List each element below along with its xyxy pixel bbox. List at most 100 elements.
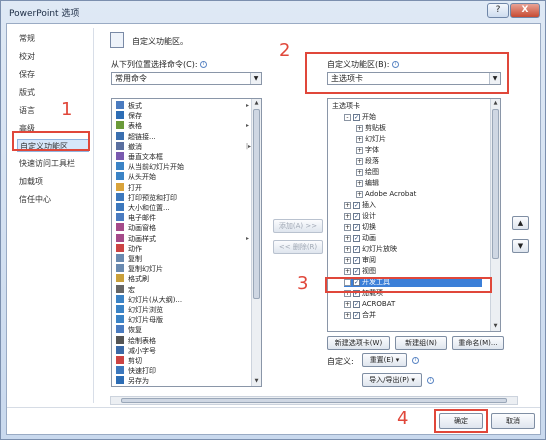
command-item[interactable]: 幻灯片母版 xyxy=(116,315,163,325)
expand-icon[interactable]: + xyxy=(344,234,351,242)
ribbon-tree-node[interactable]: + ✓ 合并 xyxy=(344,310,376,320)
commands-list[interactable]: 板式 ▸ 保存 表格 ▸ 超链接... 撤消 |▸ 垂直文本框 从当前幻灯片开始 从头开始 打开 打印预… xyxy=(111,98,262,387)
expand-icon[interactable]: + xyxy=(344,256,351,264)
tab-checkbox[interactable]: ✓ xyxy=(353,201,360,209)
ribbon-tree-node[interactable]: - ✓ 开始 xyxy=(344,112,376,122)
command-item[interactable]: 动画窗格 xyxy=(116,223,156,233)
expand-icon[interactable]: + xyxy=(356,179,363,187)
nav-item-general[interactable]: 常规 xyxy=(17,32,89,45)
nav-item-layout[interactable]: 版式 xyxy=(17,86,89,99)
tab-checkbox[interactable]: ✓ xyxy=(353,256,360,264)
ribbon-tree-node[interactable]: + ✓ 设计 xyxy=(344,211,376,221)
tab-checkbox[interactable]: ✓ xyxy=(353,300,360,308)
command-item[interactable]: 表格 ▸ xyxy=(116,121,249,131)
command-item[interactable]: 剪切 xyxy=(116,356,142,366)
expand-icon[interactable]: + xyxy=(344,201,351,209)
nav-item-addins[interactable]: 加载项 xyxy=(17,175,89,188)
tab-checkbox[interactable]: ✓ xyxy=(353,223,360,231)
scroll-up-icon[interactable]: ▲ xyxy=(252,99,261,108)
tab-checkbox[interactable]: ✓ xyxy=(353,212,360,220)
nav-item-language[interactable]: 语言 xyxy=(17,104,89,117)
ribbon-tree-node[interactable]: + 字体 xyxy=(356,145,379,155)
remove-button[interactable]: << 删除(R) xyxy=(273,240,323,254)
import-export-button[interactable]: 导入/导出(P) ▾ xyxy=(362,373,422,387)
command-item[interactable]: 保存 xyxy=(116,111,142,121)
expand-icon[interactable]: + xyxy=(344,223,351,231)
expand-icon[interactable]: + xyxy=(356,168,363,176)
command-item[interactable]: 幻灯片浏览 xyxy=(116,305,163,315)
command-item[interactable]: 宏 xyxy=(116,284,135,295)
ribbon-tree-node[interactable]: + 绘图 xyxy=(356,167,379,177)
nav-item-save[interactable]: 保存 xyxy=(17,68,89,81)
reset-button[interactable]: 重置(E) ▾ xyxy=(362,353,407,367)
tab-checkbox[interactable]: ✓ xyxy=(353,245,360,253)
close-button[interactable]: X xyxy=(510,3,540,18)
ribbon-tree-node[interactable]: + 剪贴板 xyxy=(356,123,386,133)
command-item[interactable]: 从当前幻灯片开始 xyxy=(116,162,184,172)
expand-icon[interactable]: + xyxy=(344,311,351,319)
ribbon-tree-node[interactable]: + ✓ 审阅 xyxy=(344,255,376,265)
expand-icon[interactable]: - xyxy=(344,113,351,121)
new-tab-button[interactable]: 新建选项卡(W) xyxy=(327,336,390,350)
new-group-button[interactable]: 新建组(N) xyxy=(395,336,447,350)
scroll-up-icon[interactable]: ▲ xyxy=(491,99,500,108)
move-up-button[interactable]: ▲ xyxy=(512,216,529,230)
command-item[interactable]: 大小和位置... xyxy=(116,203,170,213)
cancel-button[interactable]: 取消 xyxy=(491,413,535,429)
expand-icon[interactable]: + xyxy=(356,135,363,143)
command-item[interactable]: 超链接... xyxy=(116,131,156,142)
command-item[interactable]: 从头开始 xyxy=(116,172,156,182)
command-item[interactable]: 板式 ▸ xyxy=(116,101,249,111)
command-item[interactable]: 复制幻灯片 xyxy=(116,264,163,274)
command-item[interactable]: 幻灯片(从大纲)... xyxy=(116,294,182,305)
move-down-button[interactable]: ▼ xyxy=(512,239,529,253)
expand-icon[interactable]: + xyxy=(344,267,351,275)
command-item[interactable]: 另存为 xyxy=(116,376,149,386)
command-item[interactable]: 打印预览和打印 xyxy=(116,192,177,203)
expand-icon[interactable]: + xyxy=(344,300,351,308)
command-item[interactable]: 恢复 xyxy=(116,325,142,335)
expand-icon[interactable]: + xyxy=(356,124,363,132)
nav-item-proofing[interactable]: 校对 xyxy=(17,50,89,63)
nav-item-quick-access-toolbar[interactable]: 快速访问工具栏 xyxy=(17,157,89,170)
tab-checkbox[interactable]: ✓ xyxy=(353,267,360,275)
choose-commands-combo[interactable]: 常用命令 ▼ xyxy=(111,72,262,85)
ribbon-tree-node[interactable]: + 段落 xyxy=(356,156,379,166)
ribbon-tree-node[interactable]: 主选项卡 xyxy=(332,101,360,111)
ribbon-tree-node[interactable]: + 编辑 xyxy=(356,178,379,188)
ribbon-tree-node[interactable]: + ✓ 幻灯片放映 xyxy=(344,244,397,254)
command-item[interactable]: 绘制表格 xyxy=(116,335,156,346)
tab-checkbox[interactable]: ✓ xyxy=(353,311,360,319)
commands-scrollbar[interactable]: ▲ ▼ xyxy=(251,99,261,386)
expand-icon[interactable]: + xyxy=(344,245,351,253)
ribbon-tree-node[interactable]: + ✓ 动画 xyxy=(344,233,376,243)
command-item[interactable]: 动画样式 ▸ xyxy=(116,233,249,244)
expand-icon[interactable]: + xyxy=(356,146,363,154)
command-item[interactable]: 电子邮件 xyxy=(116,213,156,223)
command-item[interactable]: 垂直文本框 xyxy=(116,152,163,162)
nav-item-trust-center[interactable]: 信任中心 xyxy=(17,193,89,206)
ribbon-tree-node[interactable]: + ✓ 切换 xyxy=(344,222,376,232)
expand-icon[interactable]: + xyxy=(356,190,363,198)
ribbon-tree-node[interactable]: + 幻灯片 xyxy=(356,134,386,144)
commands-scroll-thumb[interactable] xyxy=(253,109,260,299)
scroll-down-icon[interactable]: ▼ xyxy=(491,322,500,331)
command-item[interactable]: 打开 xyxy=(116,182,142,193)
expand-icon[interactable]: + xyxy=(356,157,363,165)
add-button[interactable]: 添加(A) >> xyxy=(273,219,323,233)
ribbon-tree-scrollbar[interactable]: ▲ ▼ xyxy=(490,99,500,331)
ribbon-tree-scroll-thumb[interactable] xyxy=(492,109,499,259)
ribbon-tree-node[interactable]: + ✓ 视图 xyxy=(344,266,376,276)
command-item[interactable]: 格式刷 xyxy=(116,274,149,284)
command-item[interactable]: 复制 xyxy=(116,254,142,264)
command-item[interactable]: 快速打印 xyxy=(116,366,156,376)
rename-button[interactable]: 重命名(M)... xyxy=(452,336,504,350)
tab-checkbox[interactable]: ✓ xyxy=(353,113,360,121)
horizontal-scrollbar[interactable] xyxy=(110,396,518,405)
tab-checkbox[interactable]: ✓ xyxy=(353,234,360,242)
ribbon-tree[interactable]: 主选项卡 - ✓ 开始 + 剪贴板 + 幻灯片 + 字体 + 段落 + 绘图 + 编辑 + Adobe Acrob… xyxy=(327,98,501,332)
command-item[interactable]: 动作 xyxy=(116,243,142,254)
expand-icon[interactable]: + xyxy=(344,212,351,220)
ribbon-tree-node[interactable]: + ✓ 插入 xyxy=(344,200,376,210)
ribbon-tree-node[interactable]: + ✓ ACROBAT xyxy=(344,299,395,309)
